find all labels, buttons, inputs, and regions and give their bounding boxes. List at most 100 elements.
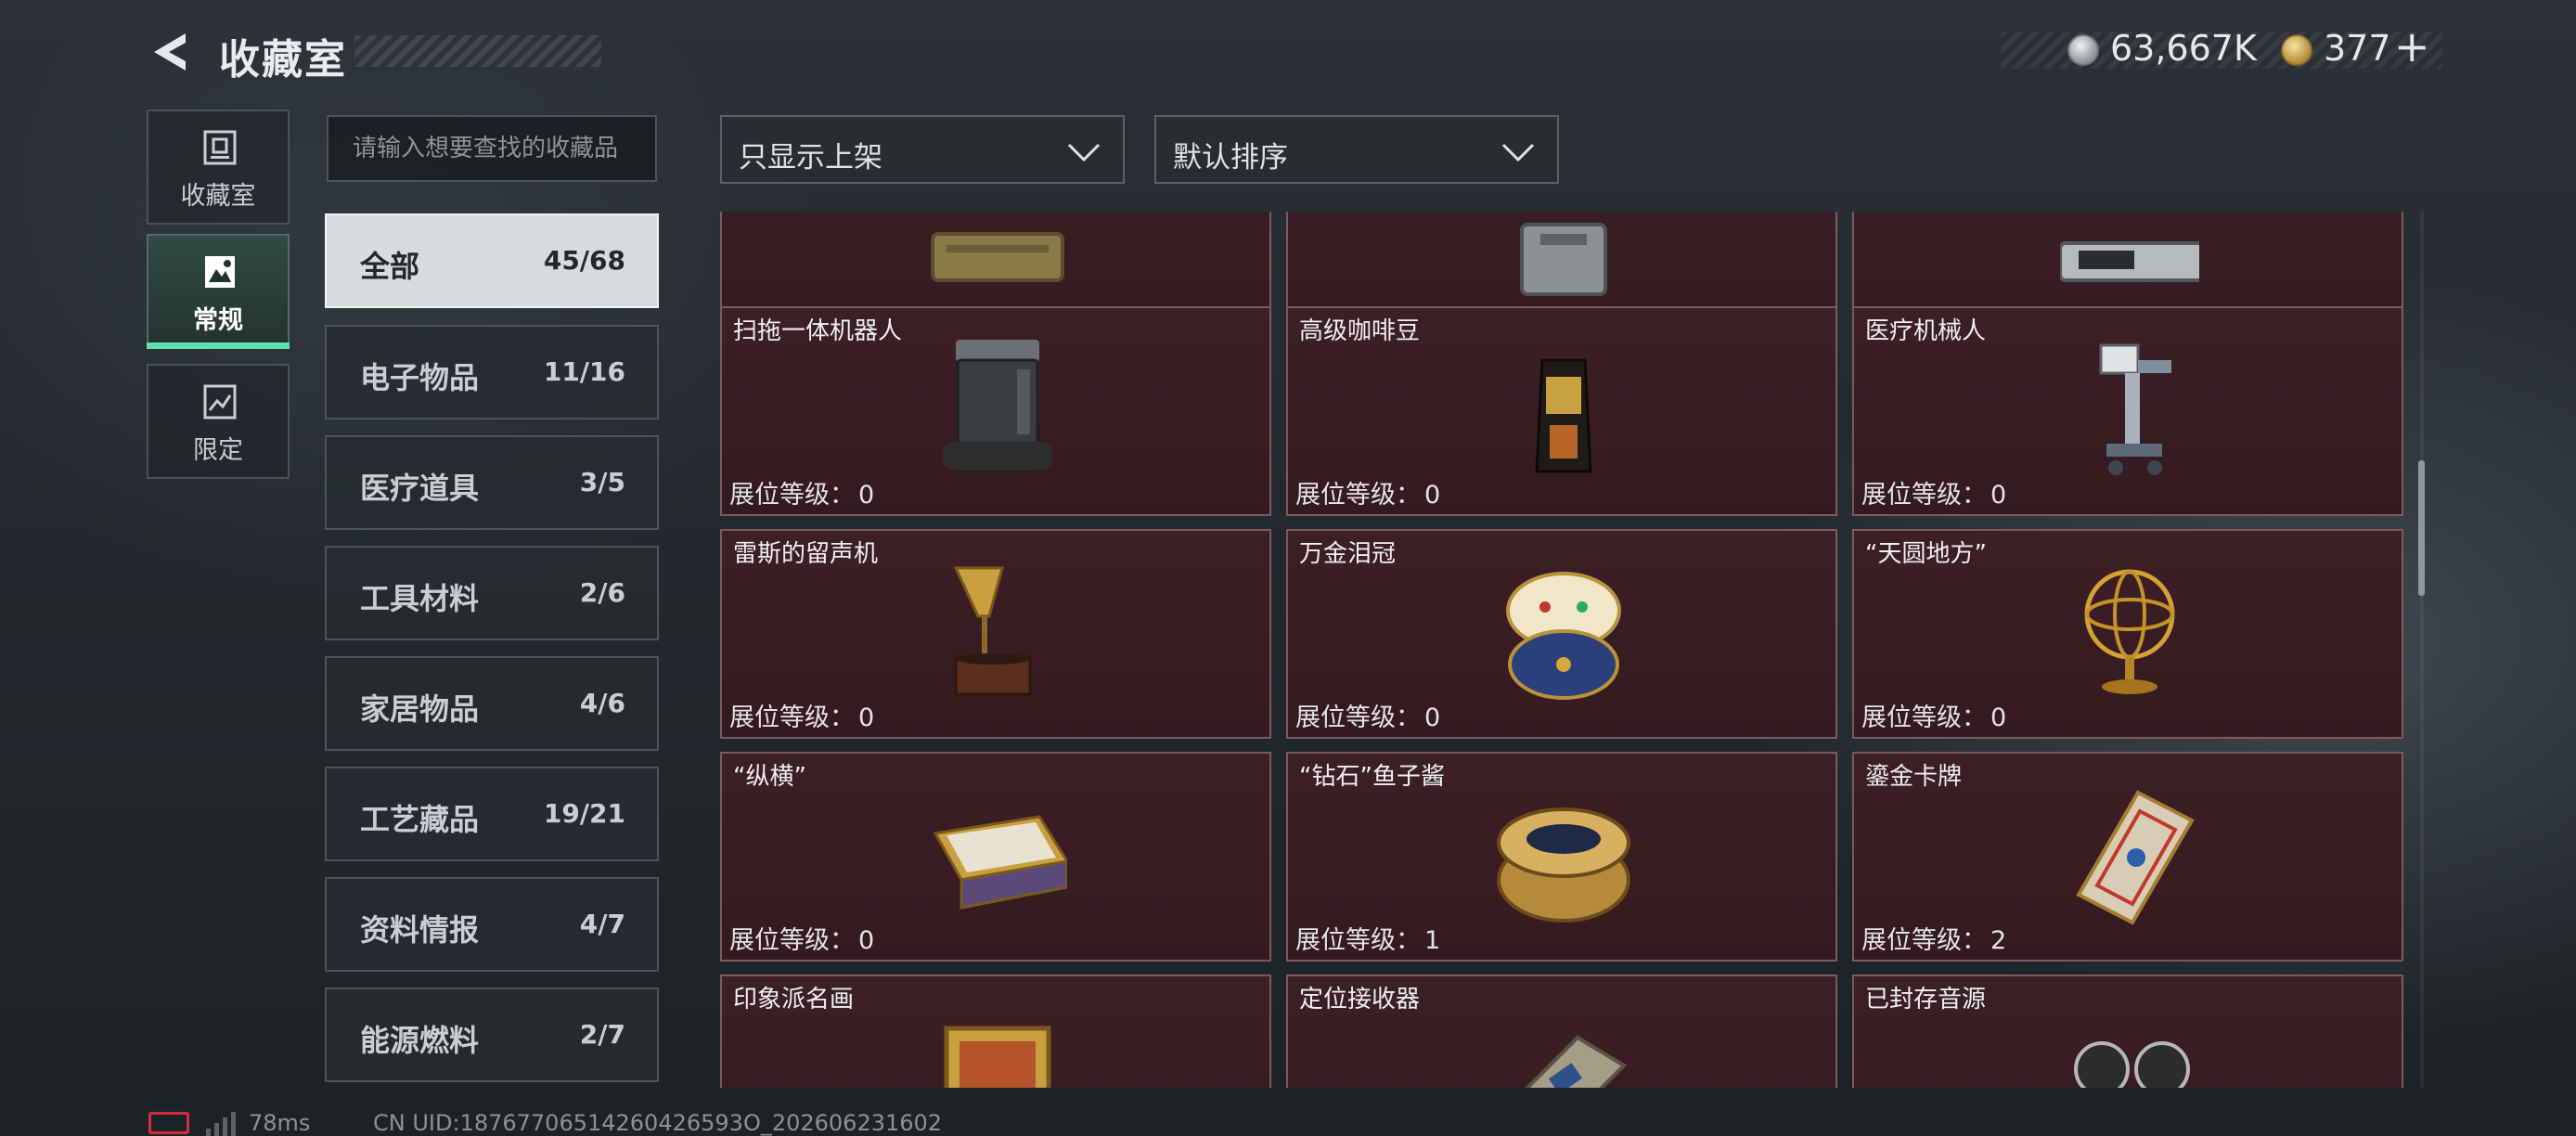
item-name: 定位接收器 bbox=[1299, 986, 1421, 1013]
dropdown-value: 默认排序 bbox=[1173, 141, 1288, 174]
collection-item-card[interactable]: “纵横” 展位等级： 0 bbox=[720, 752, 1271, 962]
framed-painting-icon bbox=[944, 1026, 1051, 1088]
receiver-icon bbox=[1525, 1035, 1628, 1088]
collection-item-card[interactable]: 雷斯的留声机 展位等级： 0 bbox=[720, 529, 1271, 739]
collection-search-input[interactable] bbox=[327, 115, 657, 182]
sort-order-dropdown[interactable]: 默认排序 bbox=[1154, 115, 1559, 184]
dropdown-value: 只显示上架 bbox=[739, 141, 882, 174]
tab-label: 常规 bbox=[193, 306, 243, 335]
item-name: “钻石”鱼子酱 bbox=[1299, 763, 1445, 791]
silver-coin-icon bbox=[2067, 34, 2099, 66]
item-name: 雷斯的留声机 bbox=[733, 540, 879, 568]
tab-regular[interactable]: 常规 bbox=[147, 234, 290, 349]
jeweled-egg-icon bbox=[1506, 572, 1621, 700]
collection-item-card[interactable]: 鎏金卡牌 展位等级： 2 bbox=[1852, 752, 2403, 962]
category-crafts[interactable]: 工艺藏品 19/21 bbox=[325, 767, 659, 861]
category-count: 11/16 bbox=[543, 356, 625, 387]
device-box-icon bbox=[1520, 223, 1607, 296]
category-name: 家居物品 bbox=[360, 691, 480, 727]
category-fuel[interactable]: 能源燃料 2/7 bbox=[325, 988, 659, 1082]
display-level: 展位等级：0 bbox=[1295, 704, 1441, 732]
category-count: 2/6 bbox=[579, 577, 625, 608]
signal-strength-icon bbox=[206, 1112, 236, 1136]
category-count: 4/7 bbox=[579, 909, 625, 939]
category-name: 电子物品 bbox=[360, 360, 480, 395]
category-intel[interactable]: 资料情报 4/7 bbox=[325, 877, 659, 972]
category-name: 工具材料 bbox=[360, 581, 480, 616]
network-ping: 78ms bbox=[249, 1110, 311, 1136]
category-tools[interactable]: 工具材料 2/6 bbox=[325, 546, 659, 640]
chevron-down-icon bbox=[1501, 143, 1535, 162]
display-level: 展位等级：0 bbox=[729, 704, 875, 732]
gold-coin-icon bbox=[2281, 34, 2312, 66]
collection-item-card[interactable]: 已封存音源 bbox=[1852, 975, 2403, 1088]
silver-currency-amount: 63,667K bbox=[2110, 28, 2257, 69]
item-name: 印象派名画 bbox=[733, 986, 855, 1013]
item-name: 已封存音源 bbox=[1865, 986, 1987, 1013]
gold-currency-amount: 377 bbox=[2324, 28, 2391, 69]
tab-label: 限定 bbox=[193, 436, 243, 465]
category-name: 资料情报 bbox=[360, 912, 480, 948]
category-count: 4/6 bbox=[579, 688, 625, 718]
display-level: 展位等级：0 bbox=[1295, 481, 1441, 510]
item-name: 万金泪冠 bbox=[1299, 540, 1397, 568]
display-level: 展位等级： 1 bbox=[1295, 926, 1441, 955]
collection-item-card[interactable]: “钻石”鱼子酱 展位等级： 1 bbox=[1286, 752, 1837, 962]
collection-item-card[interactable]: 定位接收器 bbox=[1286, 975, 1837, 1088]
reel-tape-icon bbox=[2074, 1041, 2190, 1088]
display-filter-dropdown[interactable]: 只显示上架 bbox=[720, 115, 1125, 184]
category-name: 能源燃料 bbox=[360, 1023, 480, 1058]
category-all[interactable]: 全部 45/68 bbox=[325, 213, 659, 308]
item-name: 高级咖啡豆 bbox=[1299, 317, 1421, 345]
collection-room-icon bbox=[203, 130, 237, 165]
page-title: 收藏室 bbox=[219, 36, 347, 84]
grid-scrollbar-thumb[interactable] bbox=[2418, 460, 2425, 596]
caviar-tin-icon bbox=[1497, 807, 1630, 923]
user-uid: CN UID:18767706514260426593O_20260623160… bbox=[373, 1110, 943, 1136]
tab-collection-room[interactable]: 收藏室 bbox=[147, 110, 290, 225]
category-name: 医疗道具 bbox=[360, 471, 480, 506]
item-name: “纵横” bbox=[733, 763, 806, 791]
category-count: 3/5 bbox=[579, 467, 625, 497]
title-decoration bbox=[354, 35, 601, 67]
category-name: 工艺藏品 bbox=[360, 802, 480, 837]
item-name: 鎏金卡牌 bbox=[1865, 763, 1963, 791]
collection-grid: 展位等级：0 展位等级：0 展位等级：0 扫拖一体机器人 展位等级：0 高级咖啡… bbox=[718, 212, 2407, 1088]
item-name: 医疗机械人 bbox=[1865, 317, 1987, 345]
collection-item-card[interactable]: 扫拖一体机器人 展位等级： 0 bbox=[720, 306, 1271, 516]
item-name: 扫拖一体机器人 bbox=[733, 317, 903, 345]
gramophone-icon bbox=[953, 566, 1032, 696]
display-level: 展位等级：0 bbox=[729, 481, 875, 510]
robot-vacuum-icon bbox=[943, 340, 1052, 473]
grid-scrollbar-track bbox=[2420, 212, 2424, 1088]
collection-item-card[interactable]: 万金泪冠 展位等级： 0 bbox=[1286, 529, 1837, 739]
add-currency-button[interactable]: + bbox=[2394, 24, 2430, 69]
collection-item-card[interactable]: “天圆地方” 展位等级： 0 bbox=[1852, 529, 2403, 739]
regular-item-icon bbox=[205, 256, 235, 288]
category-count: 45/68 bbox=[543, 245, 625, 276]
battery-low-icon bbox=[148, 1112, 189, 1134]
category-household[interactable]: 家居物品 4/6 bbox=[325, 656, 659, 751]
display-level: 展位等级： 2 bbox=[1861, 926, 2007, 955]
chess-box-icon bbox=[933, 815, 1067, 910]
collection-item-card[interactable]: 高级咖啡豆 展位等级： 0 bbox=[1286, 306, 1837, 516]
limited-item-icon bbox=[203, 384, 237, 420]
collection-item-card[interactable]: 医疗机械人 展位等级： 0 bbox=[1852, 306, 2403, 516]
display-level: 展位等级：0 bbox=[729, 926, 875, 955]
gilded-card-icon bbox=[2076, 790, 2195, 925]
category-count: 19/21 bbox=[543, 798, 625, 829]
tab-limited[interactable]: 限定 bbox=[147, 364, 290, 479]
item-name: “天圆地方” bbox=[1865, 540, 1987, 568]
back-arrow-icon[interactable] bbox=[148, 30, 193, 74]
display-level: 展位等级：0 bbox=[1861, 481, 2007, 510]
machine-icon bbox=[2060, 241, 2199, 282]
chevron-down-icon bbox=[1067, 143, 1101, 162]
coffee-bag-icon bbox=[1535, 358, 1592, 473]
tab-label: 收藏室 bbox=[180, 182, 256, 211]
collection-item-card[interactable]: 印象派名画 bbox=[720, 975, 1271, 1088]
crate-icon bbox=[931, 232, 1064, 282]
armillary-sphere-icon bbox=[2084, 569, 2175, 694]
category-electronics[interactable]: 电子物品 11/16 bbox=[325, 325, 659, 420]
category-medical[interactable]: 医疗道具 3/5 bbox=[325, 435, 659, 530]
medical-robot-icon bbox=[2099, 343, 2171, 475]
